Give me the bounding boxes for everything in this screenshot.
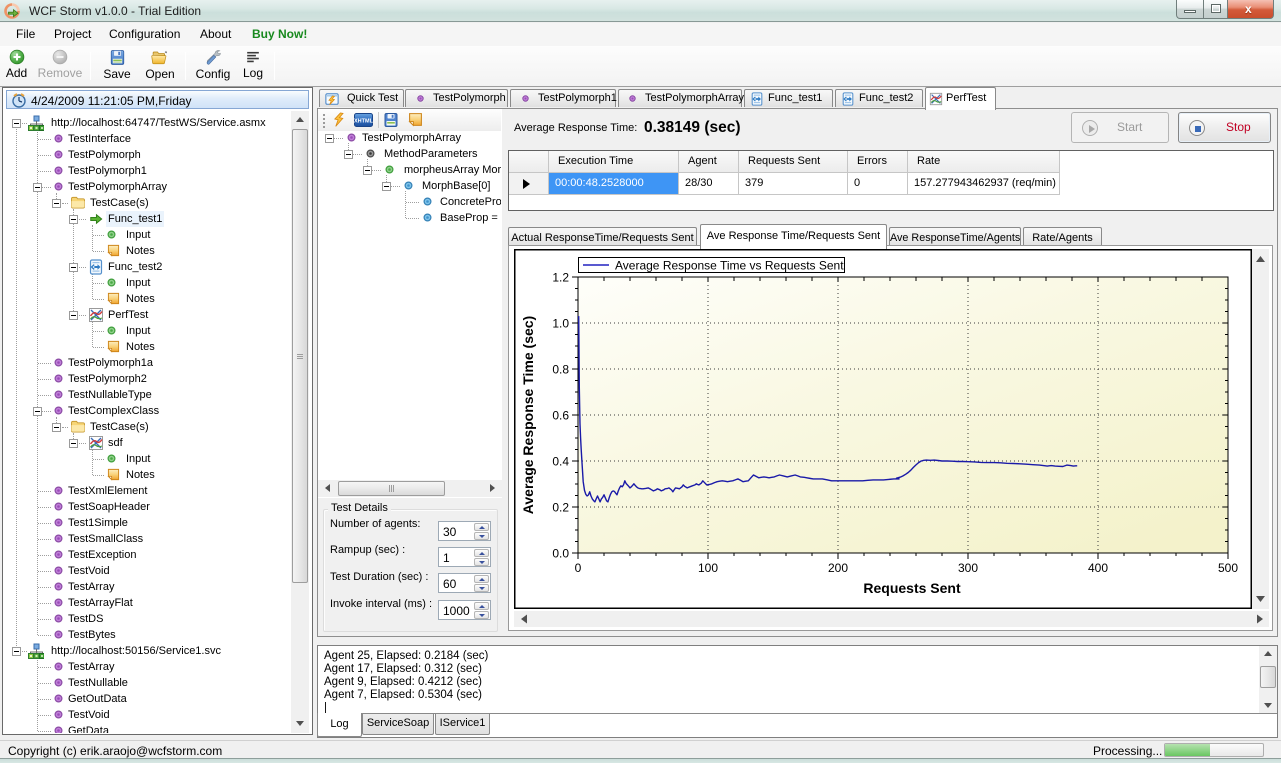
svg-text:0.8: 0.8 <box>552 363 569 377</box>
svg-text:400: 400 <box>1088 561 1108 575</box>
svg-text:0.6: 0.6 <box>552 409 569 423</box>
svg-text:500: 500 <box>1218 561 1238 575</box>
svg-text:200: 200 <box>828 561 848 575</box>
svg-text:100: 100 <box>698 561 718 575</box>
svg-text:300: 300 <box>958 561 978 575</box>
svg-text:Requests Sent: Requests Sent <box>863 580 961 596</box>
svg-text:0.4: 0.4 <box>552 455 569 469</box>
svg-text:Average Response Time (sec): Average Response Time (sec) <box>520 316 536 514</box>
svg-text:1.2: 1.2 <box>552 271 569 285</box>
svg-text:0: 0 <box>575 561 582 575</box>
svg-text:1.0: 1.0 <box>552 317 569 331</box>
svg-text:0.0: 0.0 <box>552 547 569 561</box>
svg-text:Average Response Time vs Reque: Average Response Time vs Requests Sent <box>615 259 844 273</box>
svg-text:0.2: 0.2 <box>552 501 569 515</box>
